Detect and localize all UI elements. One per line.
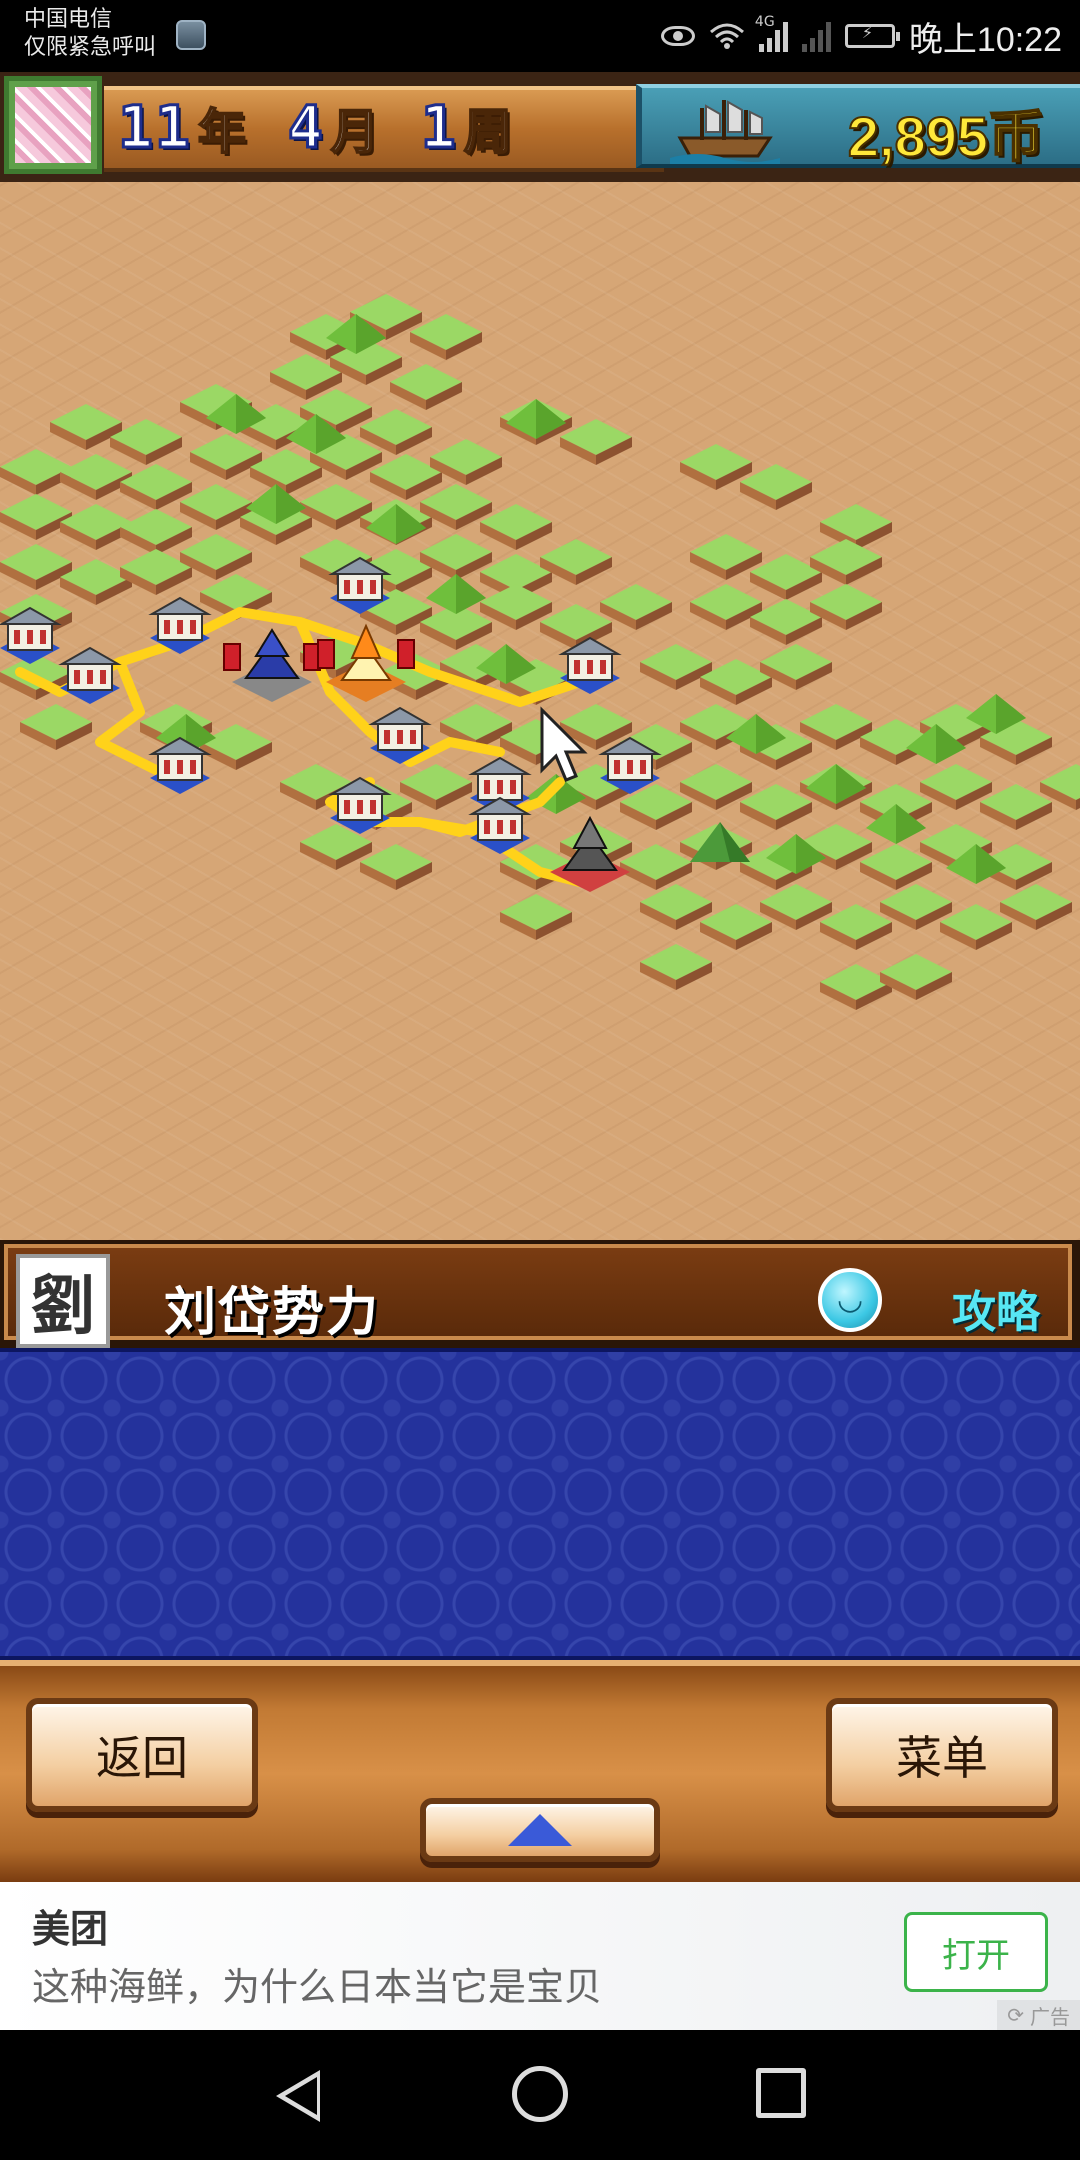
ad-banner[interactable]: 美团 这种海鲜，为什么日本当它是宝贝 打开 ⟳ 广告	[0, 1882, 1080, 2030]
signal-sim2-icon	[801, 20, 831, 52]
map-terrain	[0, 294, 1080, 1010]
nav-home-icon[interactable]	[512, 2066, 568, 2122]
carrier-emergency: 仅限紧急呼叫	[24, 35, 157, 60]
mood-smile-icon	[818, 1268, 882, 1332]
navigation-bar	[0, 2030, 1080, 2160]
ad-open-button[interactable]: 打开	[904, 1912, 1048, 1992]
coin-count: 2,895币	[847, 104, 1045, 169]
signal-4g-icon: 4G	[755, 14, 788, 52]
year-number: 11	[117, 92, 192, 163]
week-unit: 周	[463, 103, 513, 161]
eye-comfort-icon	[660, 26, 695, 46]
game-date: 11 年 4 月 1 周	[117, 88, 554, 166]
menu-button[interactable]: 菜单	[826, 1698, 1058, 1812]
clock: 晚上10:22	[908, 20, 1062, 59]
status-bar: 中国电信 仅限紧急呼叫 4G 晚上10:22	[0, 0, 1080, 72]
expand-up-button[interactable]	[420, 1798, 660, 1862]
back-button[interactable]: 返回	[26, 1698, 258, 1812]
ad-brand: 美团	[32, 1907, 109, 1951]
status-icons: 4G 晚上10:22	[660, 12, 1062, 60]
coin-panel[interactable]: 2,895币	[636, 84, 1080, 169]
ad-tag: ⟳ 广告	[997, 2000, 1080, 2030]
nav-back-icon[interactable]	[276, 2070, 320, 2122]
message-panel	[0, 1348, 1080, 1660]
ad-text: 这种海鲜，为什么日本当它是宝贝	[32, 1965, 603, 2009]
year-unit: 年	[197, 103, 247, 161]
carrier-name: 中国电信	[24, 7, 113, 32]
game-hud: 11 年 4 月 1 周 2,895币	[0, 72, 1080, 182]
month-unit: 月	[330, 103, 380, 161]
week-number: 1	[419, 92, 458, 163]
faction-seal: 劉	[16, 1254, 110, 1348]
world-map[interactable]	[0, 182, 1080, 1240]
ad-info-icon: ⟳	[1007, 2003, 1024, 2027]
faction-name: 刘岱势力	[164, 1283, 381, 1343]
network-type: 4G	[754, 14, 775, 30]
faction-panel[interactable]: 劉 刘岱势力 攻略	[4, 1244, 1072, 1348]
month-number: 4	[286, 92, 325, 163]
ad-tag-label: 广告	[1030, 2004, 1070, 2029]
ruler-portrait[interactable]	[4, 76, 102, 174]
nav-recent-apps-icon[interactable]	[756, 2068, 806, 2118]
faction-bar: 劉 刘岱势力 攻略	[0, 1240, 1080, 1348]
carrier-info: 中国电信 仅限紧急呼叫	[24, 6, 156, 62]
app-notification-icon	[176, 20, 206, 50]
battery-charging-icon	[844, 23, 900, 48]
wifi-icon	[709, 22, 745, 50]
ship-icon	[670, 100, 780, 164]
arrow-up-icon	[508, 1814, 572, 1846]
control-bar: 返回 菜单	[0, 1660, 1080, 1882]
strategy-button[interactable]: 攻略	[952, 1276, 1040, 1340]
